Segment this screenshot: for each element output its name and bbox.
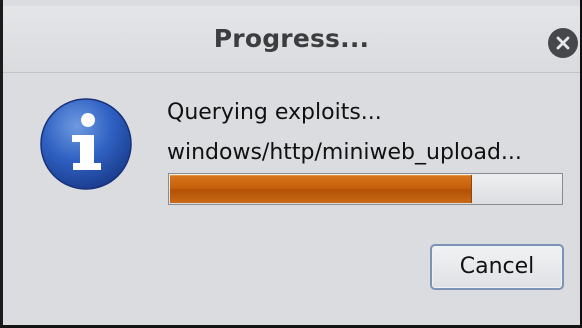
progress-dialog: Progress... Querying exploits... windows… bbox=[0, 0, 582, 328]
status-message: Querying exploits... bbox=[167, 100, 382, 125]
dialog-title: Progress... bbox=[213, 24, 370, 53]
status-detail: windows/http/miniweb_upload... bbox=[167, 140, 522, 165]
close-button[interactable] bbox=[548, 28, 578, 58]
info-icon bbox=[40, 98, 132, 190]
cancel-button[interactable]: Cancel bbox=[430, 244, 564, 290]
progress-bar-fill bbox=[170, 175, 472, 203]
close-icon bbox=[556, 36, 570, 50]
progress-bar bbox=[168, 173, 563, 205]
title-bar[interactable]: Progress... bbox=[3, 6, 580, 73]
window-border-left bbox=[0, 0, 3, 328]
